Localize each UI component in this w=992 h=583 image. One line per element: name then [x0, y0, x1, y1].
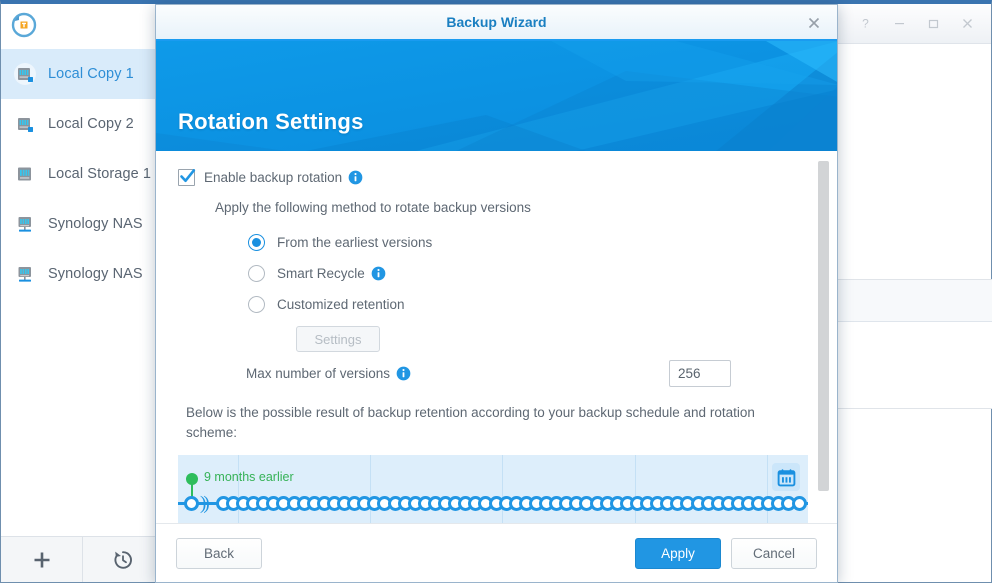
maximize-button[interactable] — [917, 10, 949, 36]
banner-title: Rotation Settings — [178, 109, 364, 135]
dialog-scrollbar-thumb[interactable] — [818, 161, 829, 491]
dialog-titlebar: Backup Wizard — [156, 5, 837, 41]
max-versions-label: Max number of versions — [246, 366, 390, 381]
sidebar-item-list: Local Copy 1 Local Copy 2 — [1, 46, 170, 299]
retention-timeline-chart[interactable]: )) 9 months earlier 8 weeks earlier6 — [178, 455, 808, 523]
back-button[interactable]: Back — [176, 538, 262, 569]
radio-label: Customized retention — [277, 297, 405, 312]
dialog-content: Enable backup rotation Apply the followi… — [156, 151, 837, 523]
local-copy-icon — [14, 63, 36, 85]
close-button[interactable] — [951, 10, 983, 36]
radio-row-smart-recycle[interactable]: Smart Recycle — [248, 258, 803, 289]
enable-rotation-label: Enable backup rotation — [204, 170, 342, 185]
synology-nas-icon — [14, 263, 36, 285]
sidebar-item-label: Synology NAS — [48, 266, 143, 282]
timeline-marker-label: 9 months earlier — [204, 470, 294, 484]
enable-rotation-row: Enable backup rotation — [178, 169, 803, 186]
help-button[interactable]: ? — [849, 10, 881, 36]
radio-customized-retention[interactable] — [248, 296, 265, 313]
sidebar: Local Copy 1 Local Copy 2 — [1, 4, 171, 582]
radio-earliest-versions[interactable] — [248, 234, 265, 251]
restore-history-icon — [112, 549, 134, 571]
radio-label: Smart Recycle — [277, 266, 365, 281]
sidebar-item-label: Local Copy 1 — [48, 66, 134, 82]
info-icon[interactable] — [396, 366, 411, 381]
enable-rotation-checkbox[interactable] — [178, 169, 195, 186]
add-task-button[interactable] — [1, 537, 82, 582]
radio-row-earliest-versions[interactable]: From the earliest versions — [248, 227, 803, 258]
dialog-footer: Back Apply Cancel — [156, 523, 837, 582]
sidebar-item-label: Synology NAS — [48, 216, 143, 232]
apply-button[interactable]: Apply — [635, 538, 721, 569]
max-versions-row: Max number of versions — [246, 366, 803, 381]
info-icon[interactable] — [371, 266, 386, 281]
dialog-banner: Rotation Settings — [156, 41, 837, 151]
sidebar-item-local-copy-1[interactable]: Local Copy 1 — [1, 49, 170, 99]
method-hint: Apply the following method to rotate bac… — [215, 200, 803, 215]
timeline-column-separator — [370, 455, 371, 523]
restore-history-button[interactable] — [82, 537, 163, 582]
backup-wizard-dialog: Backup Wizard Rotation Settin — [155, 4, 838, 583]
timeline-version-dot[interactable] — [792, 496, 807, 511]
local-storage-icon — [14, 163, 36, 185]
sidebar-item-label: Local Storage 1 — [48, 166, 151, 182]
synology-nas-icon — [14, 213, 36, 235]
backup-restore-logo-icon — [11, 12, 37, 38]
sidebar-item-synology-nas-2[interactable]: Synology NAS — [1, 249, 170, 299]
radio-smart-recycle[interactable] — [248, 265, 265, 282]
sidebar-item-synology-nas-1[interactable]: Synology NAS — [1, 199, 170, 249]
dialog-scrollbar[interactable] — [818, 157, 829, 517]
radio-row-customized-retention[interactable]: Customized retention — [248, 289, 803, 320]
svg-text:?: ? — [862, 17, 869, 30]
sidebar-item-local-copy-2[interactable]: Local Copy 2 — [1, 99, 170, 149]
max-versions-input[interactable] — [669, 360, 731, 387]
dialog-close-button[interactable] — [797, 9, 831, 36]
timeline-column-separator — [238, 455, 239, 523]
dialog-title: Backup Wizard — [446, 14, 546, 30]
minimize-button[interactable] — [883, 10, 915, 36]
radio-label: From the earliest versions — [277, 235, 432, 250]
timeline-column-separator — [635, 455, 636, 523]
timeline-calendar-button[interactable] — [772, 463, 800, 491]
cancel-button[interactable]: Cancel — [731, 538, 817, 569]
timeline-marker-dot — [186, 473, 198, 485]
footer-primary-actions: Apply Cancel — [635, 538, 817, 569]
dialog-body: Enable backup rotation Apply the followi… — [156, 151, 837, 523]
plus-icon — [31, 549, 53, 571]
checkmark-icon — [178, 167, 197, 186]
app-logo — [1, 4, 170, 46]
timeline-break-symbol: )) — [200, 494, 207, 513]
sidebar-item-label: Local Copy 2 — [48, 116, 134, 132]
timeline-version-dot[interactable] — [184, 496, 199, 511]
timeline-column-separator — [767, 455, 768, 523]
info-icon[interactable] — [348, 170, 363, 185]
sidebar-footer-toolbar — [1, 536, 171, 582]
window-controls: ? — [849, 10, 983, 36]
sidebar-item-local-storage-1[interactable]: Local Storage 1 — [1, 149, 170, 199]
rotation-method-radio-group: From the earliest versions Smart Recycle… — [248, 227, 803, 352]
calendar-icon — [777, 468, 796, 487]
local-copy-icon — [14, 113, 36, 135]
close-icon — [807, 16, 821, 30]
retention-settings-button[interactable]: Settings — [296, 326, 380, 352]
retention-result-hint: Below is the possible result of backup r… — [186, 403, 778, 443]
timeline-column-separator — [502, 455, 503, 523]
